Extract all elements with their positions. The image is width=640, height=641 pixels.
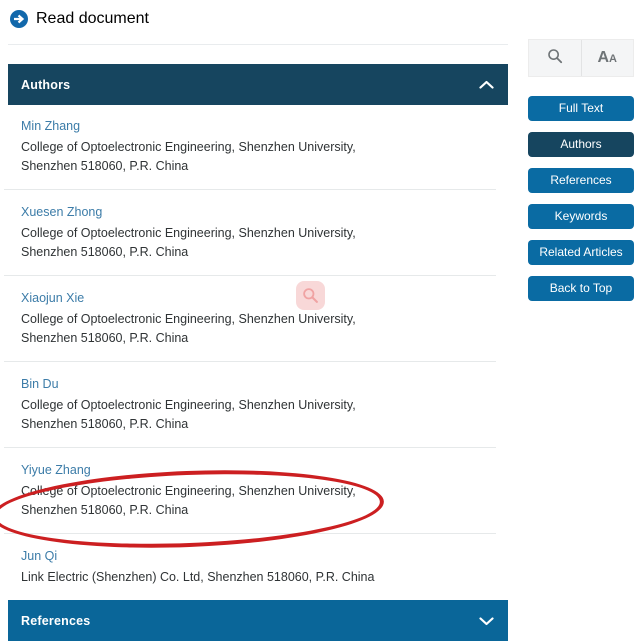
sidebar-button-full-text[interactable]: Full Text xyxy=(528,96,634,121)
read-document-bar: Read document xyxy=(0,0,640,37)
author-affiliation: Link Electric (Shenzhen) Co. Ltd, Shenzh… xyxy=(21,570,375,584)
author-entry: Xiaojun Xie College of Optoelectronic En… xyxy=(4,275,508,361)
sidebar-button-references[interactable]: References xyxy=(528,168,634,193)
section-header-references[interactable]: References xyxy=(8,600,508,641)
author-entry: Xuesen Zhong College of Optoelectronic E… xyxy=(4,189,508,275)
chevron-up-icon[interactable] xyxy=(479,80,494,90)
author-entry: Bin Du College of Optoelectronic Enginee… xyxy=(4,361,508,447)
author-entry-highlighted: Jun Qi Link Electric (Shenzhen) Co. Ltd,… xyxy=(4,533,508,600)
chevron-down-icon[interactable] xyxy=(479,616,494,626)
author-name-link[interactable]: Jun Qi xyxy=(21,548,57,564)
view-tools-group: AA xyxy=(528,39,634,77)
author-name-link[interactable]: Xiaojun Xie xyxy=(21,290,84,306)
authors-list: Min Zhang College of Optoelectronic Engi… xyxy=(4,105,508,600)
author-affiliation: College of Optoelectronic Engineering, S… xyxy=(21,484,356,517)
read-document-link[interactable]: Read document xyxy=(9,9,149,29)
section-title-references: References xyxy=(21,613,91,628)
article-sections: Authors Min Zhang College of Optoelectro… xyxy=(4,64,508,641)
author-entry: Min Zhang College of Optoelectronic Engi… xyxy=(8,117,508,189)
author-affiliation: College of Optoelectronic Engineering, S… xyxy=(21,398,356,431)
font-size-small-a: A xyxy=(609,53,617,65)
font-size-large-a: A xyxy=(597,49,610,66)
author-name-link[interactable]: Bin Du xyxy=(21,376,59,392)
search-button[interactable] xyxy=(529,40,581,76)
header-divider xyxy=(8,44,508,45)
right-sidebar: AA Full Text Authors References Keywords… xyxy=(528,39,634,301)
author-affiliation: College of Optoelectronic Engineering, S… xyxy=(21,312,356,345)
read-document-label: Read document xyxy=(36,9,149,27)
font-size-icon: AA xyxy=(597,50,617,66)
font-size-button[interactable]: AA xyxy=(580,40,634,76)
sidebar-button-authors[interactable]: Authors xyxy=(528,132,634,157)
section-header-authors[interactable]: Authors xyxy=(8,64,508,105)
author-name-link[interactable]: Min Zhang xyxy=(21,118,80,134)
circle-arrow-right-icon xyxy=(9,9,29,29)
search-icon xyxy=(547,48,563,69)
sidebar-button-related-articles[interactable]: Related Articles xyxy=(528,240,634,265)
author-name-link[interactable]: Yiyue Zhang xyxy=(21,462,91,478)
author-name-link[interactable]: Xuesen Zhong xyxy=(21,204,102,220)
sidebar-button-keywords[interactable]: Keywords xyxy=(528,204,634,229)
sidebar-button-back-to-top[interactable]: Back to Top xyxy=(528,276,634,301)
author-affiliation: College of Optoelectronic Engineering, S… xyxy=(21,140,356,173)
section-title-authors: Authors xyxy=(21,77,71,92)
author-entry: Yiyue Zhang College of Optoelectronic En… xyxy=(4,447,508,533)
author-affiliation: College of Optoelectronic Engineering, S… xyxy=(21,226,356,259)
